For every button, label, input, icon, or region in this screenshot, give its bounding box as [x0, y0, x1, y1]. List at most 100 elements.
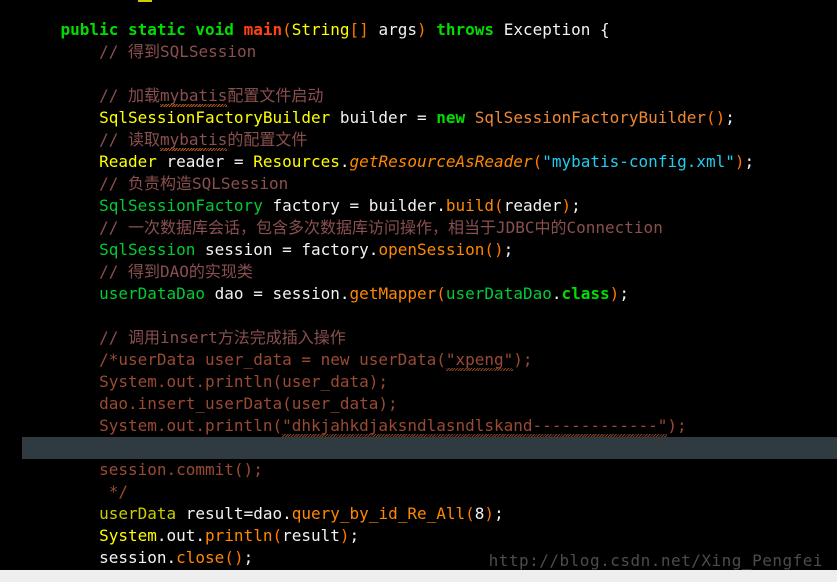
code-token: query_by_id_Re_All: [291, 504, 466, 523]
code-token: userData: [99, 504, 177, 523]
code-token: ): [734, 152, 745, 171]
line-blockcomment-userdata[interactable]: /*userData user_data = new userData("xpe…: [22, 349, 837, 371]
code-token: .: [436, 196, 446, 215]
line-reader-decl[interactable]: Reader reader = Resources.getResourceAsR…: [22, 151, 837, 173]
code-token: .: [166, 548, 177, 567]
code-token: (: [494, 196, 504, 215]
line-comment-load-mybatis[interactable]: // 加载mybatis配置文件启动: [22, 85, 837, 107]
code-token: class: [561, 284, 610, 303]
line-method-signature[interactable]: public static void main(String[] args) t…: [22, 19, 837, 41]
code-token: String: [291, 20, 350, 39]
line-dao-decl[interactable]: userDataDao dao = session.getMapper(user…: [22, 283, 837, 305]
code-token: println: [205, 526, 273, 545]
code-token: ;: [744, 152, 755, 171]
code-token: ): [339, 526, 350, 545]
code-token: .: [368, 240, 379, 259]
code-token: session: [22, 548, 167, 567]
code-token: builder: [359, 196, 437, 215]
line-query-result[interactable]: userData result=dao.query_by_id_Re_All(8…: [22, 503, 837, 525]
code-editor-window[interactable]: public static void main(String[] args) t…: [0, 0, 837, 582]
code-token: 8: [474, 504, 485, 523]
code-token: SqlSession: [99, 240, 196, 259]
code-token: .out.: [156, 526, 206, 545]
code-token: (: [436, 284, 446, 303]
line-comment-session-desc[interactable]: // 一次数据库会话，包含多次数据库访问操作，相当于JDBC中的Connecti…: [22, 217, 837, 239]
watermark-text: http://blog.csdn.net/Xing_Pengfei: [488, 551, 823, 570]
code-token: Resources: [253, 152, 340, 171]
code-token: factory: [291, 240, 369, 259]
code-token: (): [224, 548, 244, 567]
line-blank-1[interactable]: [22, 63, 837, 85]
code-token: public: [60, 20, 119, 39]
code-token: 的配置文件: [227, 130, 308, 149]
code-token: (: [282, 20, 292, 39]
code-token: );: [667, 416, 687, 435]
code-token: (: [465, 504, 475, 523]
line-comment-build-sqlsession[interactable]: // 负责构造SQLSession: [22, 173, 837, 195]
code-token: getResourceAsReader: [349, 152, 533, 171]
line-blockcomment-commit[interactable]: session.commit();: [22, 459, 837, 481]
code-token: );: [513, 350, 533, 369]
code-token: =: [253, 284, 263, 303]
code-token: =: [349, 196, 360, 215]
line-blockcomment-insert-call[interactable]: dao.insert_userData(user_data);: [22, 393, 837, 415]
code-token: builder: [330, 108, 417, 127]
code-token: SqlSessionFactoryBuilder: [474, 108, 706, 127]
line-builder-decl[interactable]: SqlSessionFactoryBuilder builder = new S…: [22, 107, 837, 129]
code-token: openSession: [378, 240, 485, 259]
code-token: .: [282, 504, 292, 523]
code-token: =: [416, 108, 427, 127]
code-token: "xpeng": [445, 350, 514, 369]
line-blank-2[interactable]: [22, 305, 837, 327]
code-token: ;: [571, 196, 581, 215]
line-current-empty[interactable]: [22, 437, 837, 459]
line-comment-dao-impl[interactable]: // 得到DAO的实现类: [22, 261, 837, 283]
code-token: SqlSessionFactoryBuilder: [99, 108, 331, 127]
code-token: new: [436, 108, 466, 127]
line-0-partial[interactable]: [22, 0, 837, 19]
line-comment-insert[interactable]: // 调用insert方法完成插入操作: [22, 327, 837, 349]
line-comment-read-mybatis[interactable]: // 读取mybatis的配置文件: [22, 129, 837, 151]
code-token: .: [339, 284, 350, 303]
line-factory-decl[interactable]: SqlSessionFactory factory = builder.buil…: [22, 195, 837, 217]
code-token: ): [609, 284, 620, 303]
code-token: // 读取: [22, 130, 160, 149]
code-token: getMapper: [349, 284, 437, 303]
code-token: userDataDao: [99, 284, 206, 303]
code-token: // 调用insert方法完成插入操作: [22, 328, 346, 347]
code-text-area[interactable]: public static void main(String[] args) t…: [0, 0, 837, 570]
code-token: =: [282, 240, 292, 259]
code-token: // 加载: [22, 86, 160, 105]
line-println-result[interactable]: System.out.println(result);: [22, 525, 837, 547]
code-token: 配置文件启动: [227, 86, 324, 105]
line-session-decl[interactable]: SqlSession session = factory.openSession…: [22, 239, 837, 261]
line-blockcomment-println1[interactable]: System.out.println(user_data);: [22, 371, 837, 393]
line-blockcomment-end[interactable]: */: [22, 481, 837, 503]
code-token: userDataDao: [445, 284, 552, 303]
code-token: ;: [503, 240, 514, 259]
code-token: System: [99, 526, 157, 545]
code-token: factory: [262, 196, 350, 215]
code-token: mybatis: [159, 86, 228, 105]
line-comment-get-sqlsession[interactable]: // 得到SQLSession: [22, 41, 837, 63]
code-token: ;: [349, 526, 360, 545]
code-token: SqlSessionFactory: [99, 196, 263, 215]
code-token: "mybatis-config.xml": [542, 152, 735, 171]
code-token: (): [705, 108, 726, 127]
code-token: (: [532, 152, 543, 171]
line-blockcomment-println2[interactable]: System.out.println("dhkjahkdjaksndlasndl…: [22, 415, 837, 437]
code-token: "dhkjahkdjaksndlasndlskand-------------": [282, 416, 668, 435]
code-token: (): [484, 240, 504, 259]
code-token: []: [349, 20, 369, 39]
